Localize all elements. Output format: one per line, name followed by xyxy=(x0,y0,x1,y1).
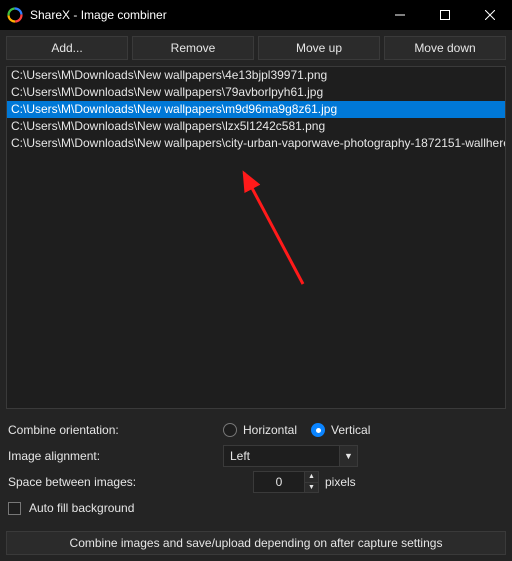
dropdown-button[interactable]: ▼ xyxy=(340,445,358,467)
space-label: Space between images: xyxy=(8,475,223,489)
minimize-button[interactable] xyxy=(377,0,422,30)
close-button[interactable] xyxy=(467,0,512,30)
list-item[interactable]: C:\Users\M\Downloads\New wallpapers\m9d9… xyxy=(7,101,505,118)
radio-label: Vertical xyxy=(331,423,370,437)
list-item[interactable]: C:\Users\M\Downloads\New wallpapers\79av… xyxy=(7,84,505,101)
move-down-button[interactable]: Move down xyxy=(384,36,506,60)
space-unit: pixels xyxy=(325,475,356,489)
list-item[interactable]: C:\Users\M\Downloads\New wallpapers\lzx5… xyxy=(7,118,505,135)
app-icon xyxy=(6,6,24,24)
orientation-radio-group: Horizontal Vertical xyxy=(223,423,370,437)
list-item[interactable]: C:\Users\M\Downloads\New wallpapers\city… xyxy=(7,135,505,152)
orientation-label: Combine orientation: xyxy=(8,423,223,437)
autofill-checkbox[interactable] xyxy=(8,502,21,515)
titlebar: ShareX - Image combiner xyxy=(0,0,512,30)
autofill-label: Auto fill background xyxy=(29,501,134,515)
alignment-row: Image alignment: Left ▼ xyxy=(8,443,504,469)
space-input[interactable] xyxy=(253,471,305,493)
orientation-horizontal-radio[interactable]: Horizontal xyxy=(223,423,297,437)
minimize-icon xyxy=(395,10,405,20)
maximize-icon xyxy=(440,10,450,20)
space-row: Space between images: ▲ ▼ pixels xyxy=(8,469,504,495)
spin-up-button[interactable]: ▲ xyxy=(305,471,319,482)
spin-down-button[interactable]: ▼ xyxy=(305,482,319,494)
orientation-row: Combine orientation: Horizontal Vertical xyxy=(8,417,504,443)
add-button[interactable]: Add... xyxy=(6,36,128,60)
alignment-label: Image alignment: xyxy=(8,449,223,463)
alignment-value: Left xyxy=(223,445,340,467)
orientation-vertical-radio[interactable]: Vertical xyxy=(311,423,370,437)
alignment-select[interactable]: Left ▼ xyxy=(223,445,358,467)
move-up-button[interactable]: Move up xyxy=(258,36,380,60)
maximize-button[interactable] xyxy=(422,0,467,30)
chevron-up-icon: ▲ xyxy=(308,473,315,480)
radio-label: Horizontal xyxy=(243,423,297,437)
autofill-checkbox-row[interactable]: Auto fill background xyxy=(8,501,504,515)
toolbar: Add... Remove Move up Move down xyxy=(0,30,512,66)
close-icon xyxy=(485,10,495,20)
space-spinner: ▲ ▼ pixels xyxy=(253,471,356,493)
chevron-down-icon: ▼ xyxy=(344,451,353,461)
settings-panel: Combine orientation: Horizontal Vertical… xyxy=(0,409,512,523)
list-item[interactable]: C:\Users\M\Downloads\New wallpapers\4e13… xyxy=(7,67,505,84)
window-title: ShareX - Image combiner xyxy=(30,8,377,22)
file-list[interactable]: C:\Users\M\Downloads\New wallpapers\4e13… xyxy=(6,66,506,409)
window-controls xyxy=(377,0,512,30)
combine-button[interactable]: Combine images and save/upload depending… xyxy=(6,531,506,555)
remove-button[interactable]: Remove xyxy=(132,36,254,60)
radio-icon xyxy=(311,423,325,437)
window: ShareX - Image combiner Add... Remove Mo… xyxy=(0,0,512,561)
radio-icon xyxy=(223,423,237,437)
chevron-down-icon: ▼ xyxy=(308,484,315,491)
